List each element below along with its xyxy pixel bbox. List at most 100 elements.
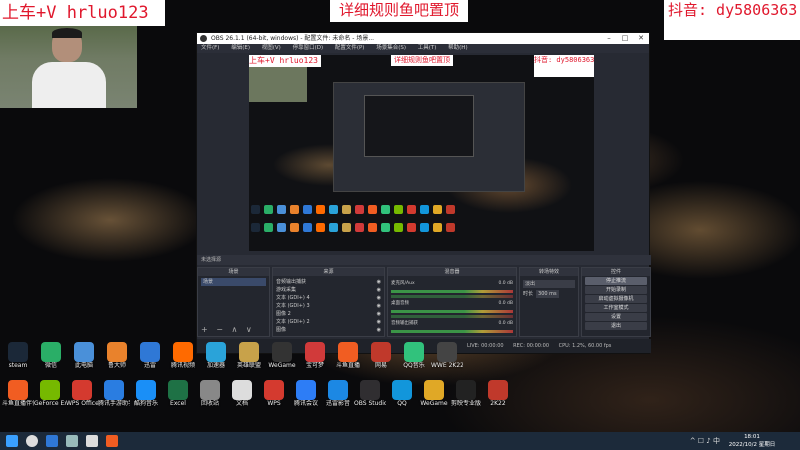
- eye-icon[interactable]: ◉: [377, 302, 381, 310]
- desktop-icon[interactable]: 微信: [35, 342, 67, 369]
- obs-window[interactable]: OBS 26.1.1 (64-bit, windows) - 配置文件: 未命名…: [196, 32, 651, 354]
- desktop-icon[interactable]: 腾讯会议: [290, 380, 322, 407]
- source-item[interactable]: 文本 (GDI+) 2 ◉: [276, 318, 381, 326]
- desktop-icon[interactable]: 酷狗音乐: [130, 380, 162, 407]
- desktop-icon[interactable]: 腾讯手游助手: [98, 380, 130, 407]
- scenes-dock[interactable]: 场景 场景 + − ∧ ∨: [197, 267, 270, 337]
- minimize-icon[interactable]: –: [601, 33, 617, 44]
- transition-select[interactable]: 淡出: [523, 280, 575, 288]
- taskbar-start-icon[interactable]: [6, 435, 18, 447]
- preview-mini-icon: [446, 223, 455, 232]
- desktop-icon[interactable]: WWE 2K22: [431, 342, 463, 369]
- eye-icon[interactable]: ◉: [377, 310, 381, 318]
- desktop-icon[interactable]: 鲁大师: [101, 342, 133, 369]
- menu-help[interactable]: 帮助(H): [448, 45, 467, 51]
- menu-file[interactable]: 文件(F): [201, 45, 219, 51]
- mixer-channel-db: 0.0 dB: [498, 281, 513, 286]
- desktop-icon[interactable]: WPS Office: [66, 380, 98, 407]
- eye-icon[interactable]: ◉: [377, 318, 381, 326]
- desktop-icon[interactable]: 迅雷影音: [322, 380, 354, 407]
- source-item[interactable]: 游戏采集 ◉: [276, 286, 381, 294]
- sources-dock[interactable]: 来源 音频输出捕获 ◉ 游戏采集 ◉ 文本 (GDI+) 4 ◉ 文本 (GDI+) …: [272, 267, 385, 337]
- scenes-dock-toolbar[interactable]: + − ∧ ∨: [201, 325, 255, 334]
- mixer-channel-name: 桌面音频: [391, 301, 409, 306]
- desktop-icon[interactable]: 2K22: [482, 380, 514, 407]
- app-icon: [41, 342, 61, 362]
- desktop-icon[interactable]: 加速器: [200, 342, 232, 369]
- app-icon: [104, 380, 124, 400]
- source-label: 文本 (GDI+) 3: [276, 303, 310, 309]
- desktop-icon[interactable]: WeGame: [418, 380, 450, 407]
- menu-edit[interactable]: 编辑(E): [231, 45, 250, 51]
- source-item[interactable]: 音频输出捕获 ◉: [276, 278, 381, 286]
- desktop-icon[interactable]: 回收站: [194, 380, 226, 407]
- eye-icon[interactable]: ◉: [377, 278, 381, 286]
- desktop-icon[interactable]: 斗鱼直播伴侣: [2, 380, 34, 407]
- desktop-icon-label: 英雄联盟: [236, 362, 261, 369]
- taskbar-browser-icon[interactable]: [46, 435, 58, 447]
- menu-tools[interactable]: 工具(T): [418, 45, 437, 51]
- scenes-dock-title: 场景: [198, 268, 269, 276]
- desktop-icon-label: 2K22: [490, 400, 506, 407]
- studio-mode-button[interactable]: 工作室模式: [585, 304, 647, 312]
- taskbar-steam-icon[interactable]: [66, 435, 78, 447]
- obs-titlebar[interactable]: OBS 26.1.1 (64-bit, windows) - 配置文件: 未命名…: [197, 33, 649, 44]
- desktop-icon[interactable]: 腾讯视频: [167, 342, 199, 369]
- taskbar-obs-icon[interactable]: [86, 435, 98, 447]
- desktop-icon[interactable]: 斗鱼直播: [332, 342, 364, 369]
- taskbar-clock[interactable]: 18:01 2022/10/2 星期日: [722, 433, 782, 449]
- maximize-icon[interactable]: □: [617, 33, 633, 44]
- desktop-icon[interactable]: 剪映专业版: [450, 380, 482, 407]
- rec-timer: REC: 00:00:00: [513, 343, 550, 349]
- start-virtual-camera-button[interactable]: 启动虚拟摄像机: [585, 295, 647, 303]
- duration-input[interactable]: 300 ms: [536, 290, 559, 298]
- sources-dock-title: 来源: [273, 268, 384, 276]
- desktop-icon[interactable]: QQ: [386, 380, 418, 407]
- settings-button[interactable]: 设置: [585, 313, 647, 321]
- desktop-icon[interactable]: 宝可梦: [299, 342, 331, 369]
- desktop-icon[interactable]: steam: [2, 342, 34, 369]
- system-tray[interactable]: ^ ☐ ♪ 中: [690, 436, 720, 446]
- volume-slider[interactable]: [391, 315, 513, 318]
- desktop-icon[interactable]: 迅雷: [134, 342, 166, 369]
- menu-docks[interactable]: 停靠窗口(D): [293, 45, 324, 51]
- desktop-icon[interactable]: QQ音乐: [398, 342, 430, 369]
- eye-icon[interactable]: ◉: [377, 286, 381, 294]
- taskbar-search-icon[interactable]: [26, 435, 38, 447]
- obs-preview[interactable]: 上车+V hrluo123 详细规则鱼吧置顶 抖音: dy5806363: [249, 55, 594, 251]
- desktop-icon-label: 酷狗音乐: [133, 400, 158, 407]
- desktop-icon[interactable]: 英雄联盟: [233, 342, 265, 369]
- stop-streaming-button[interactable]: 停止推流: [585, 277, 647, 285]
- menu-view[interactable]: 视图(V): [262, 45, 281, 51]
- volume-slider[interactable]: [391, 295, 513, 298]
- transitions-dock-title: 转场特效: [520, 268, 578, 276]
- transitions-dock[interactable]: 转场特效 淡出 时长 300 ms: [519, 267, 579, 337]
- desktop-icon[interactable]: 文档: [226, 380, 258, 407]
- desktop-icon[interactable]: OBS Studio: [354, 380, 386, 407]
- app-icon: [8, 342, 28, 362]
- desktop-icon[interactable]: 此电脑: [68, 342, 100, 369]
- preview-mini-icon: [355, 205, 364, 214]
- menu-scene-collection[interactable]: 场景集合(S): [376, 45, 406, 51]
- desktop-icon[interactable]: WeGame: [266, 342, 298, 369]
- menu-profile[interactable]: 配置文件(P): [335, 45, 365, 51]
- exit-button[interactable]: 退出: [585, 322, 647, 330]
- preview-mini-icon: [264, 205, 273, 214]
- desktop-icon[interactable]: GeForce Experience: [34, 380, 66, 407]
- start-recording-button[interactable]: 开始录制: [585, 286, 647, 294]
- source-item[interactable]: 文本 (GDI+) 4 ◉: [276, 294, 381, 302]
- source-item[interactable]: 图像 ◉: [276, 326, 381, 334]
- source-item[interactable]: 文本 (GDI+) 3 ◉: [276, 302, 381, 310]
- close-icon[interactable]: ✕: [633, 33, 649, 44]
- audio-mixer-dock[interactable]: 混音器 麦克风/Aux 0.0 dB 桌面音频 0.0 dB 音频输出捕获 0.0 d…: [387, 267, 517, 337]
- eye-icon[interactable]: ◉: [377, 294, 381, 302]
- taskbar-douyu-icon[interactable]: [106, 435, 118, 447]
- controls-dock[interactable]: 控件 停止推流 开始录制 启动虚拟摄像机 工作室模式 设置 退出: [581, 267, 651, 337]
- desktop-icon[interactable]: Excel: [162, 380, 194, 407]
- source-item[interactable]: 图像 2 ◉: [276, 310, 381, 318]
- scene-item[interactable]: 场景: [201, 278, 266, 286]
- eye-icon[interactable]: ◉: [377, 326, 381, 334]
- source-label: 图像: [276, 327, 287, 333]
- desktop-icon[interactable]: 网易: [365, 342, 397, 369]
- desktop-icon[interactable]: WPS: [258, 380, 290, 407]
